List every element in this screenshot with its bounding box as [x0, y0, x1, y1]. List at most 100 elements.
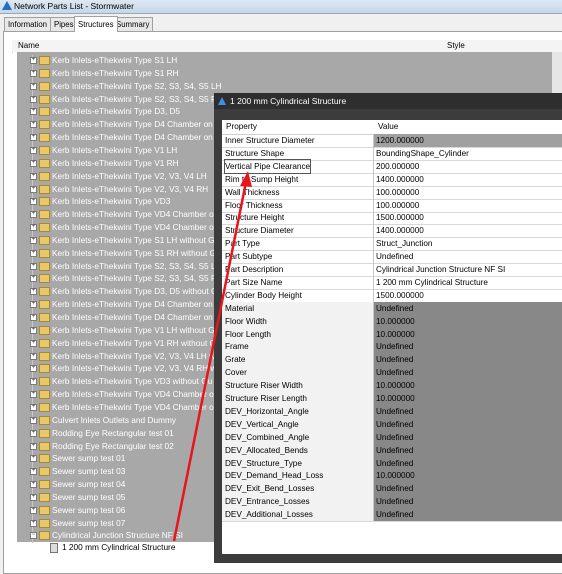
property-row[interactable]: DEV_Combined_Angle Undefined [222, 430, 562, 445]
property-row[interactable]: Structure Height 1500.000000 [222, 211, 562, 226]
property-row[interactable]: Part Subtype Undefined [222, 250, 562, 265]
expand-toggle-icon[interactable]: + [30, 82, 37, 90]
expand-toggle-icon[interactable]: + [30, 159, 37, 167]
property-row[interactable]: Inner Structure Diameter 1200.000000 [222, 134, 562, 148]
property-value[interactable]: 100.000000 [376, 186, 419, 199]
expand-toggle-icon[interactable]: + [30, 326, 37, 334]
dialog-titlebar[interactable]: 1 200 mm Cylindrical Structure [214, 93, 562, 109]
expand-toggle-icon[interactable]: + [30, 378, 37, 386]
property-name: DEV_Structure_Type [225, 458, 302, 468]
property-value[interactable]: Undefined [376, 250, 413, 263]
header-value[interactable]: Value [378, 122, 398, 131]
property-value[interactable]: BoundingShape_Cylinder [376, 147, 469, 160]
property-row[interactable]: Floor Length 10.000000 [222, 327, 562, 342]
property-name: DEV_Allocated_Bends [225, 445, 308, 455]
property-value[interactable]: Cylindrical Junction Structure NF SI [376, 263, 505, 276]
expand-toggle-icon[interactable]: + [30, 172, 37, 180]
property-row[interactable]: Structure Riser Width 10.000000 [222, 379, 562, 394]
property-value[interactable]: 1500.000000 [376, 211, 424, 224]
property-value: Undefined [374, 482, 562, 496]
expand-toggle-icon[interactable]: + [30, 519, 37, 527]
tree-item-label: Kerb Inlets-eThekwini Type V1 LH without… [52, 324, 220, 335]
expand-toggle-icon[interactable]: + [30, 185, 37, 193]
property-row[interactable]: DEV_Exit_Bend_Losses Undefined [222, 482, 562, 497]
expand-toggle-icon[interactable]: + [30, 275, 37, 283]
property-row[interactable]: DEV_Additional_Losses Undefined [222, 508, 562, 523]
expand-toggle-icon[interactable]: + [30, 506, 37, 514]
property-row[interactable]: Cylinder Body Height 1500.000000 [222, 288, 562, 303]
expand-toggle-icon[interactable]: + [30, 416, 37, 424]
expand-toggle-icon[interactable]: − [30, 532, 37, 540]
property-row[interactable]: Wall Thickness 100.000000 [222, 185, 562, 200]
tree-item-label: Sewer sump test 04 [52, 479, 126, 490]
header-property[interactable]: Property [226, 122, 257, 131]
expand-toggle-icon[interactable]: + [30, 198, 37, 206]
column-style[interactable]: Style [447, 41, 465, 50]
expand-toggle-icon[interactable]: + [30, 134, 37, 142]
expand-toggle-icon[interactable]: + [30, 236, 37, 244]
expand-toggle-icon[interactable]: + [30, 95, 37, 103]
property-row[interactable]: Floor Thickness 100.000000 [222, 198, 562, 213]
structure-icon [50, 543, 58, 553]
property-row[interactable]: Cover Undefined [222, 366, 562, 381]
expand-toggle-icon[interactable]: + [30, 455, 37, 463]
expand-toggle-icon[interactable]: + [30, 224, 37, 232]
expand-toggle-icon[interactable]: + [30, 301, 37, 309]
property-value[interactable]: 100.000000 [376, 199, 419, 212]
property-row[interactable]: Vertical Pipe Clearance 200.000000 [222, 158, 562, 174]
expand-toggle-icon[interactable]: + [30, 442, 37, 450]
property-row[interactable]: Frame Undefined [222, 340, 562, 355]
expand-toggle-icon[interactable]: + [30, 57, 37, 64]
property-row[interactable]: DEV_Structure_Type Undefined [222, 456, 562, 471]
expand-toggle-icon[interactable]: + [30, 429, 37, 437]
expand-toggle-icon[interactable]: + [30, 288, 37, 296]
property-value[interactable]: 1400.000000 [376, 224, 424, 237]
tab-summary[interactable]: Summary [112, 17, 153, 31]
expand-toggle-icon[interactable]: + [30, 121, 37, 129]
tab-structures[interactable]: Structures [74, 16, 118, 32]
property-row[interactable]: DEV_Allocated_Bends Undefined [222, 443, 562, 458]
expand-toggle-icon[interactable]: + [30, 391, 37, 399]
property-row[interactable]: DEV_Entrance_Losses Undefined [222, 495, 562, 510]
property-row[interactable]: Rim to Sump Height 1400.000000 [222, 172, 562, 187]
expand-toggle-icon[interactable]: + [30, 339, 37, 347]
property-row[interactable]: Part Description Cylindrical Junction Str… [222, 263, 562, 277]
property-value[interactable]: 1 200 mm Cylindrical Structure [376, 276, 488, 289]
property-row[interactable]: DEV_Horizontal_Angle Undefined [222, 404, 562, 419]
property-value: Undefined [374, 430, 562, 444]
property-row[interactable]: Structure Shape BoundingShape_Cylinder [222, 146, 562, 161]
property-row[interactable]: Material Undefined [222, 301, 562, 316]
expand-toggle-icon[interactable]: + [30, 211, 37, 219]
property-value[interactable]: 1500.000000 [376, 289, 424, 302]
expand-toggle-icon[interactable]: + [30, 481, 37, 489]
column-name[interactable]: Name [18, 41, 39, 50]
property-row[interactable]: Structure Diameter 1400.000000 [222, 224, 562, 239]
expand-toggle-icon[interactable]: + [30, 69, 37, 77]
expand-toggle-icon[interactable]: + [30, 468, 37, 476]
property-value[interactable]: Struct_Junction [376, 237, 432, 250]
tab-information[interactable]: Information [4, 17, 52, 31]
property-row[interactable]: DEV_Vertical_Angle Undefined [222, 417, 562, 432]
property-row[interactable]: Part Type Struct_Junction [222, 237, 562, 252]
property-row[interactable]: DEV_Demand_Head_Loss 10.000000 [222, 469, 562, 484]
folder-icon [39, 531, 50, 541]
expand-toggle-icon[interactable]: + [30, 365, 37, 373]
column-divider [373, 237, 374, 251]
property-value[interactable]: 1400.000000 [376, 173, 424, 186]
expand-toggle-icon[interactable]: + [30, 146, 37, 154]
property-row[interactable]: Structure Riser Length 10.000000 [222, 392, 562, 406]
expand-toggle-icon[interactable]: + [30, 403, 37, 411]
expand-toggle-icon[interactable]: + [30, 262, 37, 270]
property-row[interactable]: Floor Width 10.000000 [222, 314, 562, 329]
expand-toggle-icon[interactable]: + [30, 314, 37, 321]
folder-icon [39, 248, 50, 258]
tree-item-label: Sewer sump test 06 [52, 504, 126, 515]
expand-toggle-icon[interactable]: + [30, 249, 37, 257]
property-value[interactable]: 200.000000 [376, 160, 419, 173]
expand-toggle-icon[interactable]: + [30, 493, 37, 501]
property-row[interactable]: Grate Undefined [222, 353, 562, 368]
property-value[interactable]: 1200.000000 [374, 134, 562, 147]
property-row[interactable]: Part Size Name 1 200 mm Cylindrical Struc… [222, 275, 562, 290]
expand-toggle-icon[interactable]: + [30, 352, 37, 360]
expand-toggle-icon[interactable]: + [30, 108, 37, 116]
